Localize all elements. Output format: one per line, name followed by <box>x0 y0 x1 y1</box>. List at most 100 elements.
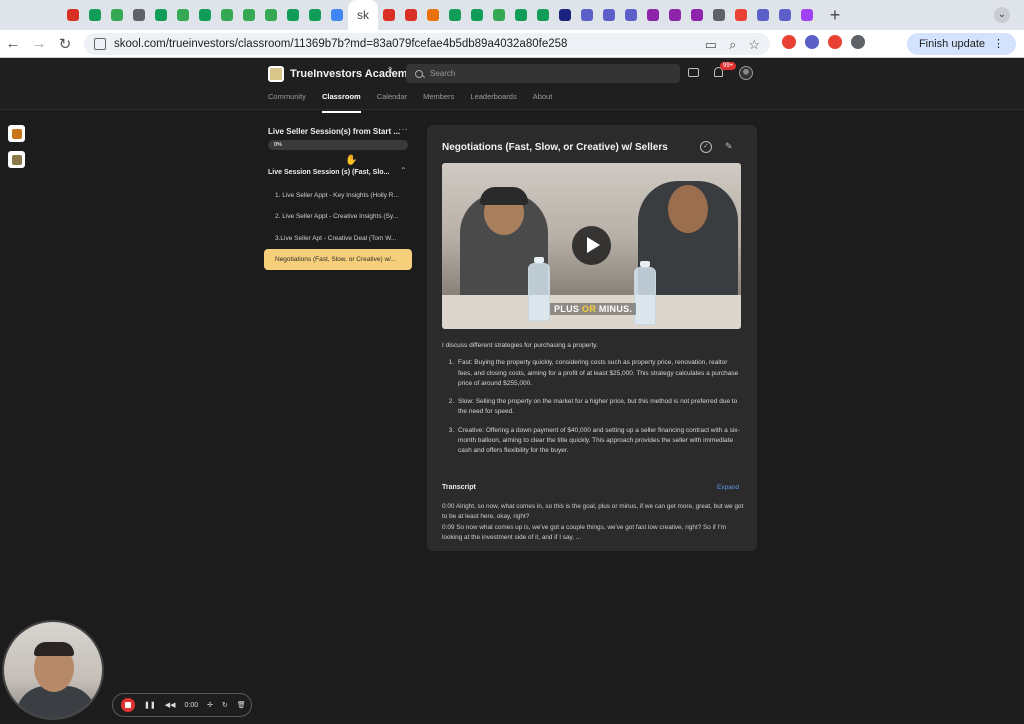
browser-tab[interactable] <box>326 0 348 30</box>
pause-icon[interactable]: ❚❚ <box>144 701 156 709</box>
browser-tab[interactable] <box>238 0 260 30</box>
restart-icon[interactable]: ↻ <box>222 701 228 709</box>
tab-community[interactable]: Community <box>268 92 306 113</box>
tab-favicon-icon <box>383 9 395 21</box>
new-tab-icon[interactable]: + <box>824 5 846 26</box>
extension-icon[interactable] <box>782 35 796 49</box>
more-options-icon[interactable]: ··· <box>398 124 408 135</box>
extensions-row <box>782 35 865 49</box>
browser-tab[interactable] <box>260 0 282 30</box>
lesson-description: I discuss different strategies for purch… <box>442 341 742 465</box>
browser-tab[interactable] <box>400 0 422 30</box>
reload-icon[interactable]: ↻ <box>52 35 78 53</box>
extension-icon[interactable] <box>805 35 819 49</box>
site-info-icon[interactable] <box>94 38 106 50</box>
play-icon[interactable] <box>572 226 611 265</box>
chevron-up-icon[interactable]: ⌃ <box>400 166 407 175</box>
browser-tab[interactable] <box>84 0 106 30</box>
browser-tab[interactable] <box>128 0 150 30</box>
tab-favicon-icon <box>691 9 703 21</box>
search-input[interactable]: Search <box>406 64 680 83</box>
rewind-icon[interactable]: ◀◀ <box>165 701 176 709</box>
browser-tab[interactable] <box>150 0 172 30</box>
browser-tab[interactable] <box>422 0 444 30</box>
notification-badge: 99+ <box>720 62 737 70</box>
tab-favicon-icon <box>265 9 277 21</box>
lesson-video[interactable]: PLUS OR MINUS. <box>442 163 741 329</box>
browser-tab[interactable] <box>62 0 84 30</box>
browser-tab[interactable] <box>664 0 686 30</box>
grid-icon[interactable]: ✢ <box>207 701 213 709</box>
tab-favicon-icon <box>647 9 659 21</box>
tab-favicon-icon <box>625 9 637 21</box>
browser-tab[interactable] <box>172 0 194 30</box>
browser-tab[interactable] <box>598 0 620 30</box>
webcam-bubble[interactable] <box>2 620 104 720</box>
extension-icon[interactable] <box>828 35 842 49</box>
chat-icon[interactable] <box>688 68 699 77</box>
edit-icon[interactable]: ✎ <box>725 141 733 152</box>
lesson-item[interactable]: 2. Live Seller Appt - Creative Insights … <box>264 206 412 227</box>
bookmark-star-icon[interactable]: ☆ <box>748 37 760 53</box>
browser-tab[interactable] <box>730 0 752 30</box>
group-logo[interactable] <box>268 66 284 82</box>
tab-favicon-icon <box>111 9 123 21</box>
finish-update-button[interactable]: Finish update ⋮ <box>906 33 1016 55</box>
mark-complete-icon[interactable]: ✓ <box>700 141 712 153</box>
lesson-item[interactable]: 1. Live Seller Appt - Key Insights (Holl… <box>264 185 412 206</box>
browser-tab[interactable] <box>620 0 642 30</box>
browser-tab[interactable] <box>774 0 796 30</box>
tab-calendar[interactable]: Calendar <box>377 92 407 113</box>
more-menu-icon[interactable]: ⋮ <box>993 33 1004 55</box>
module-title[interactable]: Live Session Session (s) (Fast, Slo... <box>268 169 389 176</box>
group-name[interactable]: TrueInvestors Academy <box>290 68 414 80</box>
browser-tab[interactable] <box>796 0 818 30</box>
forward-icon[interactable]: → <box>26 35 52 52</box>
cast-icon[interactable]: ▭ <box>705 37 717 53</box>
browser-tab[interactable] <box>554 0 576 30</box>
group-switcher-icon[interactable]: ⇕ <box>386 66 394 77</box>
browser-tab[interactable] <box>686 0 708 30</box>
browser-tab[interactable] <box>282 0 304 30</box>
tab-active[interactable]: sk <box>348 0 378 30</box>
browser-tab[interactable] <box>444 0 466 30</box>
stop-recording-button[interactable] <box>121 698 135 712</box>
tab-classroom[interactable]: Classroom <box>321 92 361 113</box>
browser-tab[interactable] <box>532 0 554 30</box>
browser-tab[interactable] <box>510 0 532 30</box>
tab-about[interactable]: About <box>533 92 553 113</box>
tab-favicon-icon <box>177 9 189 21</box>
browser-tab[interactable] <box>488 0 510 30</box>
browser-tab[interactable] <box>304 0 326 30</box>
browser-tab[interactable] <box>752 0 774 30</box>
floating-group-icon[interactable] <box>8 151 25 168</box>
back-icon[interactable]: ← <box>0 35 26 52</box>
browser-tab[interactable] <box>466 0 488 30</box>
tab-search-icon[interactable]: ⌄ <box>994 7 1010 23</box>
browser-tab[interactable] <box>378 0 400 30</box>
lesson-item-selected[interactable]: Negotiations (Fast, Slow, or Creative) w… <box>264 249 412 270</box>
browser-tab[interactable] <box>216 0 238 30</box>
tab-favicon-icon <box>133 9 145 21</box>
tab-favicon-icon <box>287 9 299 21</box>
expand-transcript-link[interactable]: Expand <box>717 484 739 491</box>
floating-badge-icon[interactable] <box>8 125 25 142</box>
browser-tab[interactable] <box>106 0 128 30</box>
browser-tab[interactable] <box>194 0 216 30</box>
transcript-label: Transcript <box>442 484 476 491</box>
tab-favicon-icon <box>713 9 725 21</box>
trash-icon[interactable]: 🗑 <box>237 701 246 709</box>
user-avatar[interactable] <box>739 66 753 80</box>
tab-leaderboards[interactable]: Leaderboards <box>470 92 516 113</box>
lesson-item[interactable]: 3.Live Seller Apt - Creative Deal (Tom W… <box>264 228 412 249</box>
browser-tab[interactable] <box>708 0 730 30</box>
browser-tab[interactable] <box>642 0 664 30</box>
tab-favicon-icon <box>427 9 439 21</box>
address-bar[interactable]: skool.com/trueinvestors/classroom/11369b… <box>84 33 770 55</box>
strategy-item: Fast: Buying the property quickly, consi… <box>456 358 742 389</box>
tab-favicon-icon <box>515 9 527 21</box>
browser-tab[interactable] <box>576 0 598 30</box>
tab-members[interactable]: Members <box>423 92 454 113</box>
extension-icon[interactable] <box>851 35 865 49</box>
zoom-icon[interactable]: ⌕ <box>729 37 736 53</box>
